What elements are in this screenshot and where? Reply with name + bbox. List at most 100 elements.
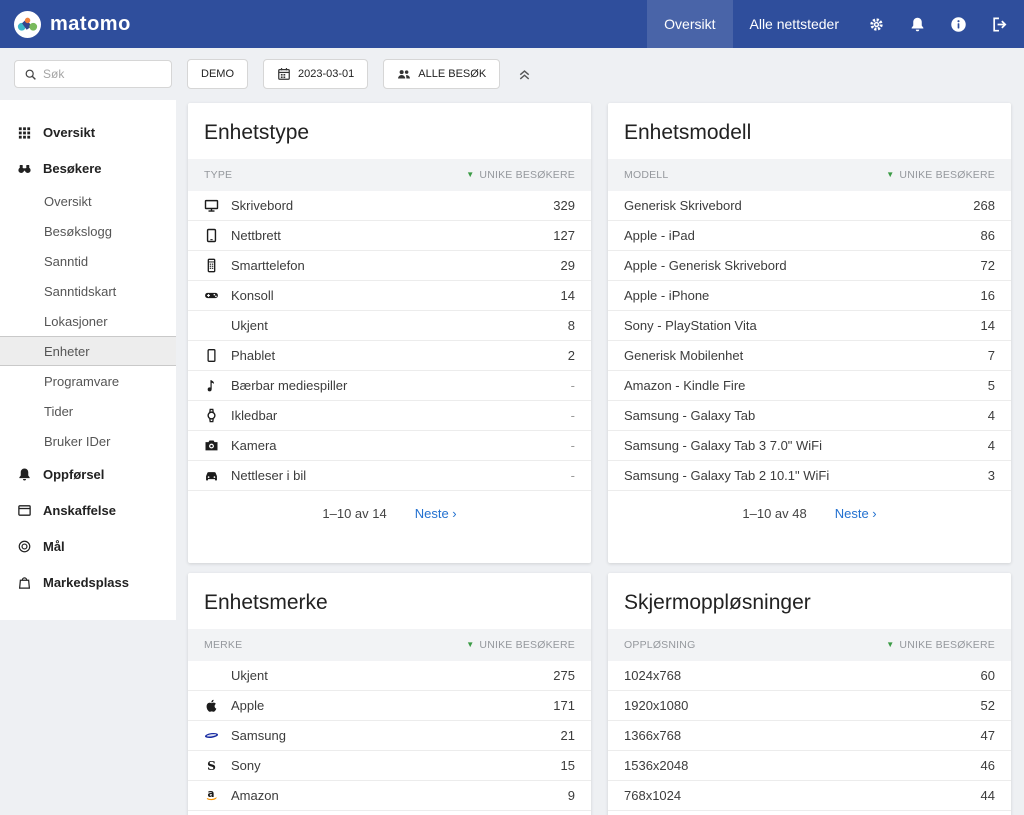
logout-button[interactable] xyxy=(979,0,1024,48)
sidebar-item-sanntid[interactable]: Sanntid xyxy=(0,246,176,276)
table-row[interactable]: Amazon - Kindle Fire5 xyxy=(608,371,1011,401)
sidebar-item-enheter[interactable]: Enheter xyxy=(0,336,176,366)
sidebar-item-label: Oversikt xyxy=(43,125,95,140)
info-button[interactable] xyxy=(938,0,979,48)
row-label: Nettbrett xyxy=(231,228,553,243)
row-label: Ukjent xyxy=(231,318,568,333)
report-grid: EnhetstypeTYPE▼UNIKE BESØKERESkrivebord3… xyxy=(176,100,1024,815)
table-row[interactable]: Ukjent8 xyxy=(188,311,591,341)
collapse-toolbar-button[interactable] xyxy=(515,67,534,82)
column-header-unike-besokere[interactable]: ▼UNIKE BESØKERE xyxy=(886,639,995,651)
media-player-icon xyxy=(204,378,231,393)
matomo-brand[interactable]: matomo xyxy=(0,0,131,48)
sidebar-item-besokslogg[interactable]: Besøkslogg xyxy=(0,216,176,246)
table-row[interactable]: Nettbrett127 xyxy=(188,221,591,251)
value-column-label: UNIKE BESØKERE xyxy=(899,639,995,651)
sidebar-item-oppforsel[interactable]: Oppførsel xyxy=(0,456,176,492)
sidebar-item-lokasjoner[interactable]: Lokasjoner xyxy=(0,306,176,336)
table-row[interactable]: Generisk Mobilenhet7 xyxy=(608,341,1011,371)
table-row[interactable]: 768x102444 xyxy=(608,781,1011,811)
table-row[interactable]: Smarttelefon29 xyxy=(188,251,591,281)
table-row[interactable]: Sony - PlayStation Vita14 xyxy=(608,311,1011,341)
table-row[interactable]: Skrivebord329 xyxy=(188,191,591,221)
table-row[interactable]: Samsung - Galaxy Tab4 xyxy=(608,401,1011,431)
topnav-oversikt[interactable]: Oversikt xyxy=(647,0,732,48)
table-row[interactable]: Nettleser i bil- xyxy=(188,461,591,491)
table-row[interactable]: Bærbar mediespiller- xyxy=(188,371,591,401)
row-value: 275 xyxy=(553,668,575,683)
table-row[interactable]: Ukjent275 xyxy=(188,661,591,691)
table-row[interactable]: Generisk Skrivebord268 xyxy=(608,191,1011,221)
table-row[interactable]: Samsung - Galaxy Tab 2 10.1" WiFi3 xyxy=(608,461,1011,491)
car-icon xyxy=(204,468,231,483)
table-row[interactable]: Phablet2 xyxy=(188,341,591,371)
table-row[interactable]: 1024x76860 xyxy=(608,661,1011,691)
sidebar-item-oversikt[interactable]: Oversikt xyxy=(0,114,176,150)
topnav: OversiktAlle nettsteder xyxy=(647,0,1024,48)
sidebar-item-label: Tider xyxy=(44,404,73,419)
column-header-opplosning[interactable]: OPPLØSNING xyxy=(624,639,695,651)
card-device-type: EnhetstypeTYPE▼UNIKE BESØKERESkrivebord3… xyxy=(188,103,591,563)
row-label: Bærbar mediespiller xyxy=(231,378,571,393)
sidebar-item-label: Sanntid xyxy=(44,254,88,269)
table-row[interactable]: Samsung - Galaxy Tab 3 7.0" WiFi4 xyxy=(608,431,1011,461)
sidebar-item-programvare[interactable]: Programvare xyxy=(0,366,176,396)
table-row[interactable]: Apple - iPhone16 xyxy=(608,281,1011,311)
row-label: Phablet xyxy=(231,348,568,363)
table-row[interactable]: Samsung21 xyxy=(188,721,591,751)
table-row[interactable]: Apple - Generisk Skrivebord72 xyxy=(608,251,1011,281)
table-row[interactable]: Apple171 xyxy=(188,691,591,721)
bell-button[interactable] xyxy=(897,0,938,48)
table-row[interactable]: 1536x204846 xyxy=(608,751,1011,781)
sidebar-item-besokere[interactable]: Besøkere xyxy=(0,150,176,186)
row-label: Samsung xyxy=(231,728,561,743)
gear-button[interactable] xyxy=(856,0,897,48)
table-row[interactable]: 1920x108052 xyxy=(608,691,1011,721)
row-label: Nettleser i bil xyxy=(231,468,571,483)
sidebar-item-sanntidskart[interactable]: Sanntidskart xyxy=(0,276,176,306)
topnav-alle-nettsteder[interactable]: Alle nettsteder xyxy=(733,0,857,48)
sidebar-item-mal[interactable]: Mål xyxy=(0,528,176,564)
segment-selector-button[interactable]: ALLE BESØK xyxy=(383,59,500,89)
sidebar-item-label: Besøkere xyxy=(43,161,102,176)
row-value: 7 xyxy=(988,348,995,363)
table-row[interactable]: Apple - iPad86 xyxy=(608,221,1011,251)
desktop-icon xyxy=(204,198,231,213)
sidebar-item-tider[interactable]: Tider xyxy=(0,396,176,426)
site-selector-button[interactable]: DEMO xyxy=(187,59,248,89)
row-label: Generisk Skrivebord xyxy=(624,198,973,213)
row-label: Samsung - Galaxy Tab xyxy=(624,408,988,423)
pagination-next-link[interactable]: Neste › xyxy=(415,506,457,521)
value-column-label: UNIKE BESØKERE xyxy=(479,639,575,651)
row-label: Sony xyxy=(231,758,561,773)
row-label: Apple xyxy=(231,698,553,713)
table-row[interactable]: 1366x76847 xyxy=(608,721,1011,751)
table-row[interactable]: SSony15 xyxy=(188,751,591,781)
row-value: 127 xyxy=(553,228,575,243)
sidebar-item-anskaffelse[interactable]: Anskaffelse xyxy=(0,492,176,528)
search-input[interactable] xyxy=(43,67,162,81)
column-header-modell[interactable]: MODELL xyxy=(624,169,668,181)
sidebar-item-oversikt[interactable]: Oversikt xyxy=(0,186,176,216)
pagination-next-link[interactable]: Neste › xyxy=(835,506,877,521)
row-value: 72 xyxy=(981,258,995,273)
table-row[interactable]: Ikledbar- xyxy=(188,401,591,431)
row-value: 4 xyxy=(988,438,995,453)
svg-text:S: S xyxy=(207,759,216,773)
table-row[interactable]: Kamera- xyxy=(188,431,591,461)
sidebar-item-bruker-ider[interactable]: Bruker IDer xyxy=(0,426,176,456)
column-header-unike-besokere[interactable]: ▼UNIKE BESØKERE xyxy=(886,169,995,181)
row-value: - xyxy=(571,378,575,393)
row-value: - xyxy=(571,408,575,423)
table-row[interactable]: Konsoll14 xyxy=(188,281,591,311)
sidebar-item-markedsplass[interactable]: Markedsplass xyxy=(0,564,176,600)
column-header-merke[interactable]: MERKE xyxy=(204,639,242,651)
column-header-unike-besokere[interactable]: ▼UNIKE BESØKERE xyxy=(466,169,575,181)
table-row[interactable]: aAmazon9 xyxy=(188,781,591,811)
date-range-button[interactable]: 2023-03-01 xyxy=(263,59,368,89)
column-header-type[interactable]: TYPE xyxy=(204,169,232,181)
column-header-unike-besokere[interactable]: ▼UNIKE BESØKERE xyxy=(466,639,575,651)
pagination-range: 1–10 av 48 xyxy=(742,506,806,521)
pagination: 1–10 av 14Neste › xyxy=(188,491,591,536)
search-box[interactable] xyxy=(14,60,172,88)
